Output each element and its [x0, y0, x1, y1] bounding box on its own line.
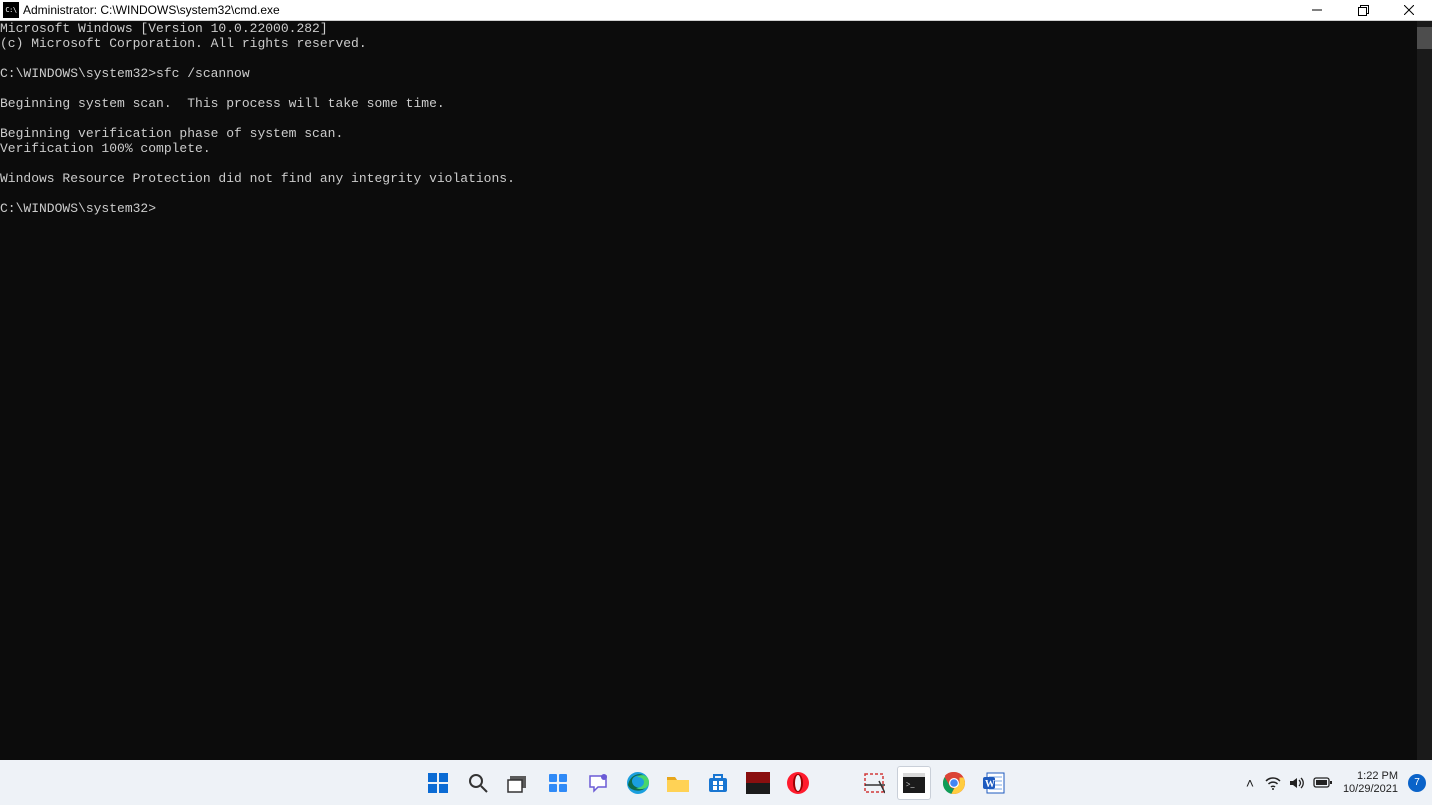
- start-button[interactable]: [421, 766, 455, 800]
- speaker-icon: [1289, 776, 1305, 790]
- svg-text:W: W: [985, 779, 995, 790]
- cmd-taskbar-button[interactable]: >_: [897, 766, 931, 800]
- notification-badge[interactable]: 7: [1408, 774, 1426, 792]
- taskbar-center: >_ W: [421, 766, 1011, 800]
- wifi-button[interactable]: [1265, 776, 1283, 790]
- edge-icon: [626, 771, 650, 795]
- scrollbar-track[interactable]: [1417, 21, 1432, 760]
- wifi-icon: [1265, 776, 1281, 790]
- battery-button[interactable]: [1313, 777, 1331, 789]
- task-view-button[interactable]: [501, 766, 535, 800]
- chrome-button[interactable]: [937, 766, 971, 800]
- terminal-output[interactable]: Microsoft Windows [Version 10.0.22000.28…: [0, 21, 1432, 760]
- window-titlebar: C:\ Administrator: C:\WINDOWS\system32\c…: [0, 0, 1432, 21]
- minimize-button[interactable]: [1294, 0, 1340, 20]
- chat-button[interactable]: [581, 766, 615, 800]
- tray-date: 10/29/2021: [1343, 783, 1398, 796]
- cmd-app-icon: C:\: [3, 2, 19, 18]
- task-view-icon: [507, 772, 529, 794]
- window-title: Administrator: C:\WINDOWS\system32\cmd.e…: [23, 3, 280, 17]
- maximize-button[interactable]: [1340, 0, 1386, 20]
- system-tray: ˄ 1:22 PM 10/29/2021 7: [1241, 760, 1426, 805]
- file-explorer-button[interactable]: [661, 766, 695, 800]
- search-button[interactable]: [461, 766, 495, 800]
- chat-icon: [587, 772, 609, 794]
- chrome-icon: [942, 771, 966, 795]
- word-button[interactable]: W: [977, 766, 1011, 800]
- snip-icon: [863, 772, 885, 794]
- tray-overflow-button[interactable]: ˄: [1241, 775, 1259, 791]
- edge-button[interactable]: [621, 766, 655, 800]
- battery-icon: [1313, 777, 1333, 789]
- snipping-tool-button[interactable]: [857, 766, 891, 800]
- taskbar-app-1[interactable]: [741, 766, 775, 800]
- app-red-icon: [746, 772, 770, 794]
- svg-text:>_: >_: [906, 780, 916, 789]
- taskbar: >_ W ˄: [0, 760, 1432, 805]
- word-icon: W: [982, 771, 1006, 795]
- microsoft-store-button[interactable]: [701, 766, 735, 800]
- opera-button[interactable]: [781, 766, 815, 800]
- folder-icon: [666, 772, 690, 794]
- search-icon: [467, 772, 489, 794]
- widgets-icon: [547, 772, 569, 794]
- opera-icon: [786, 771, 810, 795]
- volume-button[interactable]: [1289, 776, 1307, 790]
- windows-logo-icon: [426, 771, 450, 795]
- store-icon: [707, 772, 729, 794]
- clock[interactable]: 1:22 PM 10/29/2021: [1343, 770, 1398, 796]
- scrollbar-thumb[interactable]: [1417, 27, 1432, 49]
- widgets-button[interactable]: [541, 766, 575, 800]
- window-controls: [1294, 0, 1432, 20]
- close-button[interactable]: [1386, 0, 1432, 20]
- tray-time: 1:22 PM: [1357, 770, 1398, 783]
- cmd-icon: >_: [903, 773, 925, 793]
